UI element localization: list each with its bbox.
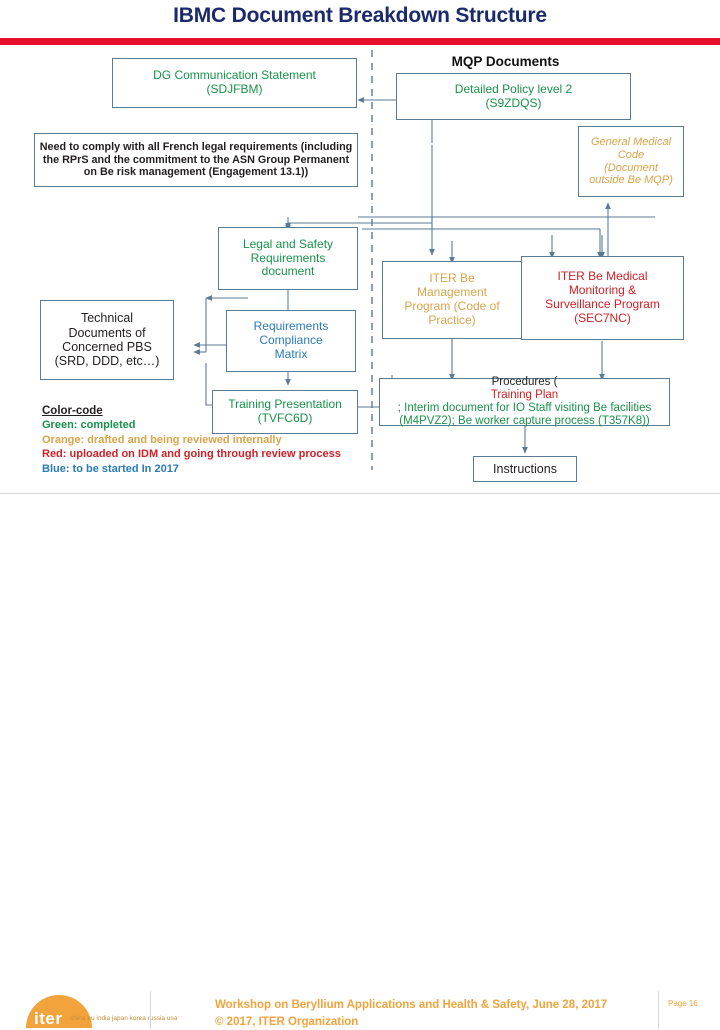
color-code-legend: Color-code Green: completed Orange: draf… bbox=[42, 405, 362, 476]
legal-line2: Requirements bbox=[250, 250, 326, 265]
box-iter-be-medical-monitoring[interactable]: ITER Be Medical Monitoring & Surveillanc… bbox=[521, 256, 684, 340]
procedures-part-prefix: Procedures ( bbox=[491, 375, 558, 388]
ibmm-line4: (SEC7NC) bbox=[574, 310, 631, 325]
gmc-line1: General Medical bbox=[590, 136, 672, 149]
footer-citation: Workshop on Beryllium Applications and H… bbox=[215, 997, 655, 1030]
box-legal-and-safety-requirements[interactable]: Legal and Safety Requirements document bbox=[218, 227, 358, 290]
slide-root: IBMC Document Breakdown Structure MQP Do… bbox=[0, 0, 720, 1029]
page-title: IBMC Document Breakdown Structure bbox=[173, 4, 547, 27]
tech-line3: Concerned PBS bbox=[62, 340, 152, 354]
iter-logo-countries: china eu india japan korea russia usa bbox=[70, 1015, 178, 1022]
rcm-line3: Matrix bbox=[274, 346, 308, 361]
ibmm-line2: Monitoring & bbox=[568, 283, 637, 298]
dg-line2: (SDJFBM) bbox=[206, 82, 263, 96]
ibmm-line3: Surveillance Program bbox=[545, 297, 660, 311]
policy-line2: (S9ZDQS) bbox=[485, 95, 542, 110]
footer-line1: Workshop on Beryllium Applications and H… bbox=[215, 999, 608, 1011]
iter-logo: iter china eu india japan korea russia u… bbox=[14, 993, 177, 1029]
footer-page-number: Page 16 bbox=[668, 999, 698, 1008]
procedures-part-training-plan: Training Plan bbox=[490, 388, 559, 401]
iter-logo-underbar bbox=[26, 1025, 92, 1028]
box-technical-documents-pbs[interactable]: Technical Documents of Concerned PBS (SR… bbox=[40, 300, 174, 380]
policy-line1: Detailed Policy level 2 bbox=[454, 81, 573, 96]
ibmp-line4: Practice) bbox=[428, 312, 476, 327]
tech-line4: (SRD, DDD, etc…) bbox=[54, 354, 160, 369]
instructions-label: Instructions bbox=[493, 461, 557, 476]
tech-line2: Documents of bbox=[68, 325, 146, 340]
legend-item-red: Red: uploaded on IDM and going through r… bbox=[42, 448, 341, 461]
ibmm-line1: ITER Be Medical bbox=[557, 269, 648, 284]
ibmp-line1: ITER Be bbox=[429, 271, 475, 286]
section-header-mqp-documents: MQP Documents bbox=[451, 54, 560, 69]
rcm-line1: Requirements bbox=[253, 319, 329, 334]
comply-line3: on Be risk management (Engagement 13.1)) bbox=[83, 166, 309, 179]
legend-item-green: Green: completed bbox=[42, 419, 136, 431]
box-dg-communication-statement[interactable]: DG Communication Statement (SDJFBM) bbox=[112, 58, 357, 108]
legend-title: Color-code bbox=[42, 405, 103, 417]
procedures-part-rest: ; Interim document for IO Staff visiting… bbox=[397, 402, 652, 428]
box-need-to-comply[interactable]: Need to comply with all French legal req… bbox=[34, 133, 358, 187]
footer-separator-right bbox=[658, 991, 659, 1029]
diagram-canvas: MQP Documents DG Communication Statement… bbox=[0, 45, 720, 490]
footer-separator-left bbox=[150, 991, 151, 1029]
box-iter-be-management-program[interactable]: ITER Be Management Program (Code of Prac… bbox=[382, 261, 522, 339]
legal-line1: Legal and Safety bbox=[242, 236, 334, 251]
box-requirements-compliance-matrix[interactable]: Requirements Compliance Matrix bbox=[226, 310, 356, 372]
slide-footer: iter china eu india japan korea russia u… bbox=[0, 494, 720, 1029]
ibmp-line2: Management bbox=[416, 285, 488, 300]
comply-line1: Need to comply with all French legal req… bbox=[39, 141, 353, 154]
ibmp-line3: Program (Code of bbox=[404, 299, 500, 313]
gmc-line3: (Document bbox=[604, 161, 658, 174]
box-general-medical-code[interactable]: General Medical Code (Document outside B… bbox=[578, 126, 684, 197]
legend-item-orange: Orange: drafted and being reviewed inter… bbox=[42, 433, 282, 446]
dg-line1: DG Communication Statement bbox=[153, 68, 316, 83]
tech-line1: Technical bbox=[80, 311, 134, 326]
box-instructions[interactable]: Instructions bbox=[473, 456, 577, 482]
legal-line3: document bbox=[261, 264, 315, 279]
comply-line2: the RPrS and the commitment to the ASN G… bbox=[42, 153, 350, 166]
rcm-line2: Compliance bbox=[259, 333, 323, 348]
footer-line2: © 2017, ITER Organization bbox=[215, 1015, 359, 1028]
title-divider-rule bbox=[0, 38, 720, 45]
box-detailed-policy-level-2[interactable]: Detailed Policy level 2 (S9ZDQS) bbox=[396, 73, 631, 120]
gmc-line4: outside Be MQP) bbox=[589, 174, 673, 187]
gmc-line2: Code bbox=[617, 148, 645, 161]
legend-item-blue: Blue: to be started In 2017 bbox=[42, 462, 179, 475]
box-procedures[interactable]: Procedures (Training Plan ; Interim docu… bbox=[379, 375, 670, 428]
